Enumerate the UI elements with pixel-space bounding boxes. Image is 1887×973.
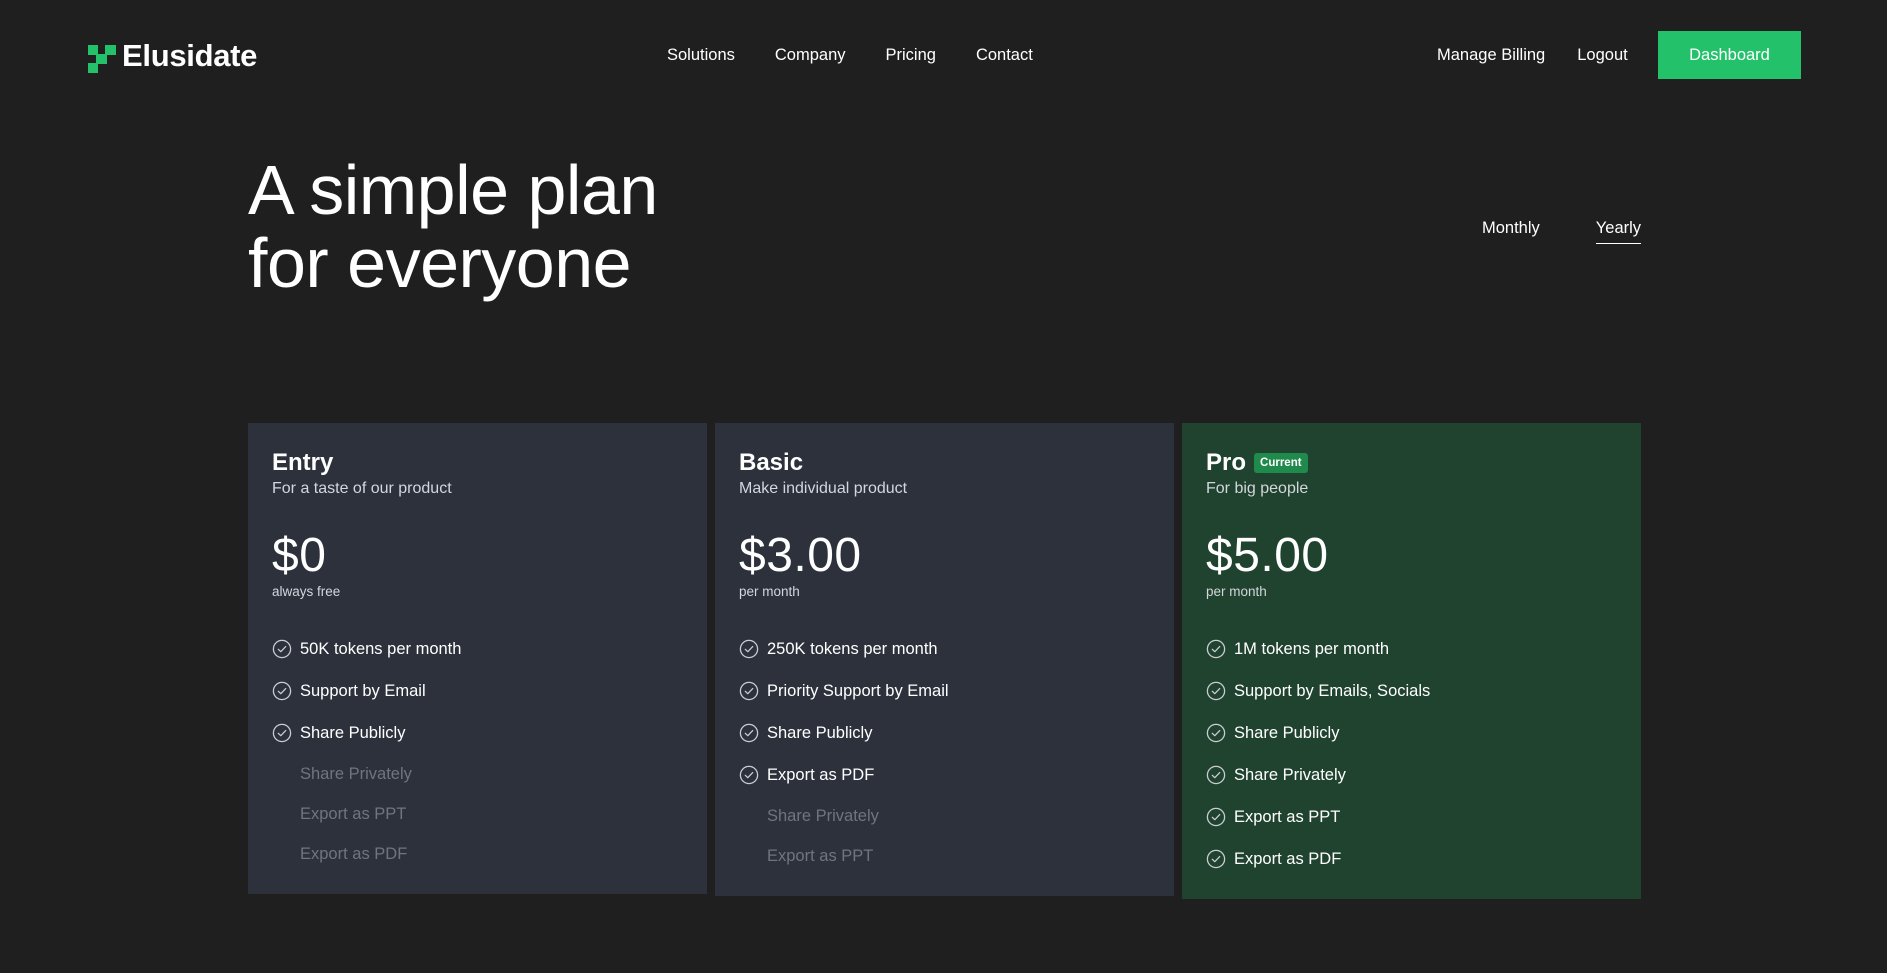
page-title: A simple plan for everyone bbox=[248, 154, 848, 300]
feature-item: Export as PPT bbox=[1206, 796, 1617, 838]
nav-link-pricing[interactable]: Pricing bbox=[886, 44, 936, 66]
feature-label: 50K tokens per month bbox=[300, 639, 462, 658]
check-circle-icon bbox=[1206, 807, 1226, 827]
feature-item: Export as PDF bbox=[1206, 838, 1617, 880]
check-circle-icon bbox=[272, 639, 292, 659]
feature-label: Support by Emails, Socials bbox=[1234, 681, 1431, 700]
check-circle-icon bbox=[739, 723, 759, 743]
plan-card-basic: Basic Make individual product $3.00 per … bbox=[715, 423, 1174, 896]
feature-item: 50K tokens per month bbox=[272, 628, 683, 670]
plan-price-note: per month bbox=[739, 584, 800, 599]
feature-label: Share Publicly bbox=[1234, 723, 1340, 742]
logo[interactable]: Elusidate bbox=[88, 38, 257, 74]
nav-link-company[interactable]: Company bbox=[775, 44, 846, 66]
check-circle-icon bbox=[1206, 849, 1226, 869]
billing-period-toggle: Monthly Yearly bbox=[1482, 217, 1642, 244]
feature-item: Support by Email bbox=[272, 670, 683, 712]
check-circle-icon bbox=[739, 765, 759, 785]
feature-label: Export as PPT bbox=[767, 846, 874, 865]
plan-price-note: always free bbox=[272, 584, 341, 599]
brand-name: Elusidate bbox=[122, 38, 258, 73]
plan-card-entry: Entry For a taste of our product $0 alwa… bbox=[248, 423, 707, 894]
manage-billing-link[interactable]: Manage Billing bbox=[1437, 44, 1545, 66]
account-nav: Manage Billing Logout bbox=[1437, 44, 1628, 66]
feature-item: Export as PDF bbox=[272, 834, 683, 874]
current-plan-badge: Current bbox=[1254, 453, 1308, 473]
plan-header: Pro Current bbox=[1206, 449, 1617, 477]
feature-item: Support by Emails, Socials bbox=[1206, 670, 1617, 712]
check-circle-icon bbox=[272, 681, 292, 701]
check-circle-icon bbox=[1206, 639, 1226, 659]
plan-name: Pro bbox=[1206, 449, 1247, 476]
main-nav: Solutions Company Pricing Contact bbox=[667, 44, 1033, 66]
check-circle-icon bbox=[272, 723, 292, 743]
feature-label: Share Publicly bbox=[767, 723, 873, 742]
feature-item: Share Privately bbox=[1206, 754, 1617, 796]
feature-label: Export as PPT bbox=[1234, 807, 1341, 826]
feature-item: Share Publicly bbox=[1206, 712, 1617, 754]
page-title-line-2: for everyone bbox=[248, 224, 632, 302]
feature-label: Share Publicly bbox=[300, 723, 406, 742]
period-monthly-option[interactable]: Monthly bbox=[1482, 217, 1540, 244]
plan-price: $0 bbox=[272, 529, 327, 582]
feature-label: Support by Email bbox=[300, 681, 426, 700]
feature-item: Export as PPT bbox=[272, 794, 683, 834]
site-header: Elusidate Solutions Company Pricing Cont… bbox=[0, 0, 1887, 112]
feature-item: Priority Support by Email bbox=[739, 670, 1150, 712]
feature-list: 1M tokens per month Support by Emails, So… bbox=[1206, 628, 1617, 880]
plan-card-pro: Pro Current For big people $5.00 per mon… bbox=[1182, 423, 1641, 899]
dashboard-button[interactable]: Dashboard bbox=[1658, 31, 1801, 79]
feature-label: 250K tokens per month bbox=[767, 639, 938, 658]
feature-item: 1M tokens per month bbox=[1206, 628, 1617, 670]
feature-label: Priority Support by Email bbox=[767, 681, 949, 700]
feature-label: Export as PPT bbox=[300, 804, 407, 823]
logout-link[interactable]: Logout bbox=[1577, 44, 1627, 66]
feature-list: 50K tokens per month Support by Email Shar… bbox=[272, 628, 683, 874]
nav-link-contact[interactable]: Contact bbox=[976, 44, 1033, 66]
feature-list: 250K tokens per month Priority Support by… bbox=[739, 628, 1150, 876]
plan-price: $3.00 bbox=[739, 529, 862, 582]
feature-label: Export as PDF bbox=[300, 844, 408, 863]
feature-item: 250K tokens per month bbox=[739, 628, 1150, 670]
check-circle-icon bbox=[1206, 681, 1226, 701]
logo-mark-icon bbox=[88, 40, 118, 73]
feature-label: Export as PDF bbox=[1234, 849, 1342, 868]
plan-price: $5.00 bbox=[1206, 529, 1329, 582]
plan-header: Entry bbox=[272, 449, 683, 477]
period-yearly-option[interactable]: Yearly bbox=[1595, 217, 1642, 244]
page-title-line-1: A simple plan bbox=[248, 151, 658, 229]
plan-price-note: per month bbox=[1206, 584, 1267, 599]
check-circle-icon bbox=[1206, 765, 1226, 785]
check-circle-icon bbox=[739, 639, 759, 659]
plan-description: For a taste of our product bbox=[272, 480, 452, 497]
feature-item: Share Publicly bbox=[739, 712, 1150, 754]
plan-name: Entry bbox=[272, 449, 334, 476]
feature-item: Share Privately bbox=[272, 754, 683, 794]
feature-item: Export as PDF bbox=[739, 754, 1150, 796]
feature-label: 1M tokens per month bbox=[1234, 639, 1389, 658]
feature-label: Share Privately bbox=[300, 764, 412, 783]
plan-name: Basic bbox=[739, 449, 804, 476]
feature-item: Export as PPT bbox=[739, 836, 1150, 876]
feature-item: Share Publicly bbox=[272, 712, 683, 754]
plan-description: Make individual product bbox=[739, 480, 908, 497]
check-circle-icon bbox=[1206, 723, 1226, 743]
nav-link-solutions[interactable]: Solutions bbox=[667, 44, 735, 66]
feature-label: Share Privately bbox=[1234, 765, 1346, 784]
feature-label: Export as PDF bbox=[767, 765, 875, 784]
plan-header: Basic bbox=[739, 449, 1150, 477]
check-circle-icon bbox=[739, 681, 759, 701]
feature-item: Share Privately bbox=[739, 796, 1150, 836]
plan-description: For big people bbox=[1206, 480, 1309, 497]
feature-label: Share Privately bbox=[767, 806, 879, 825]
